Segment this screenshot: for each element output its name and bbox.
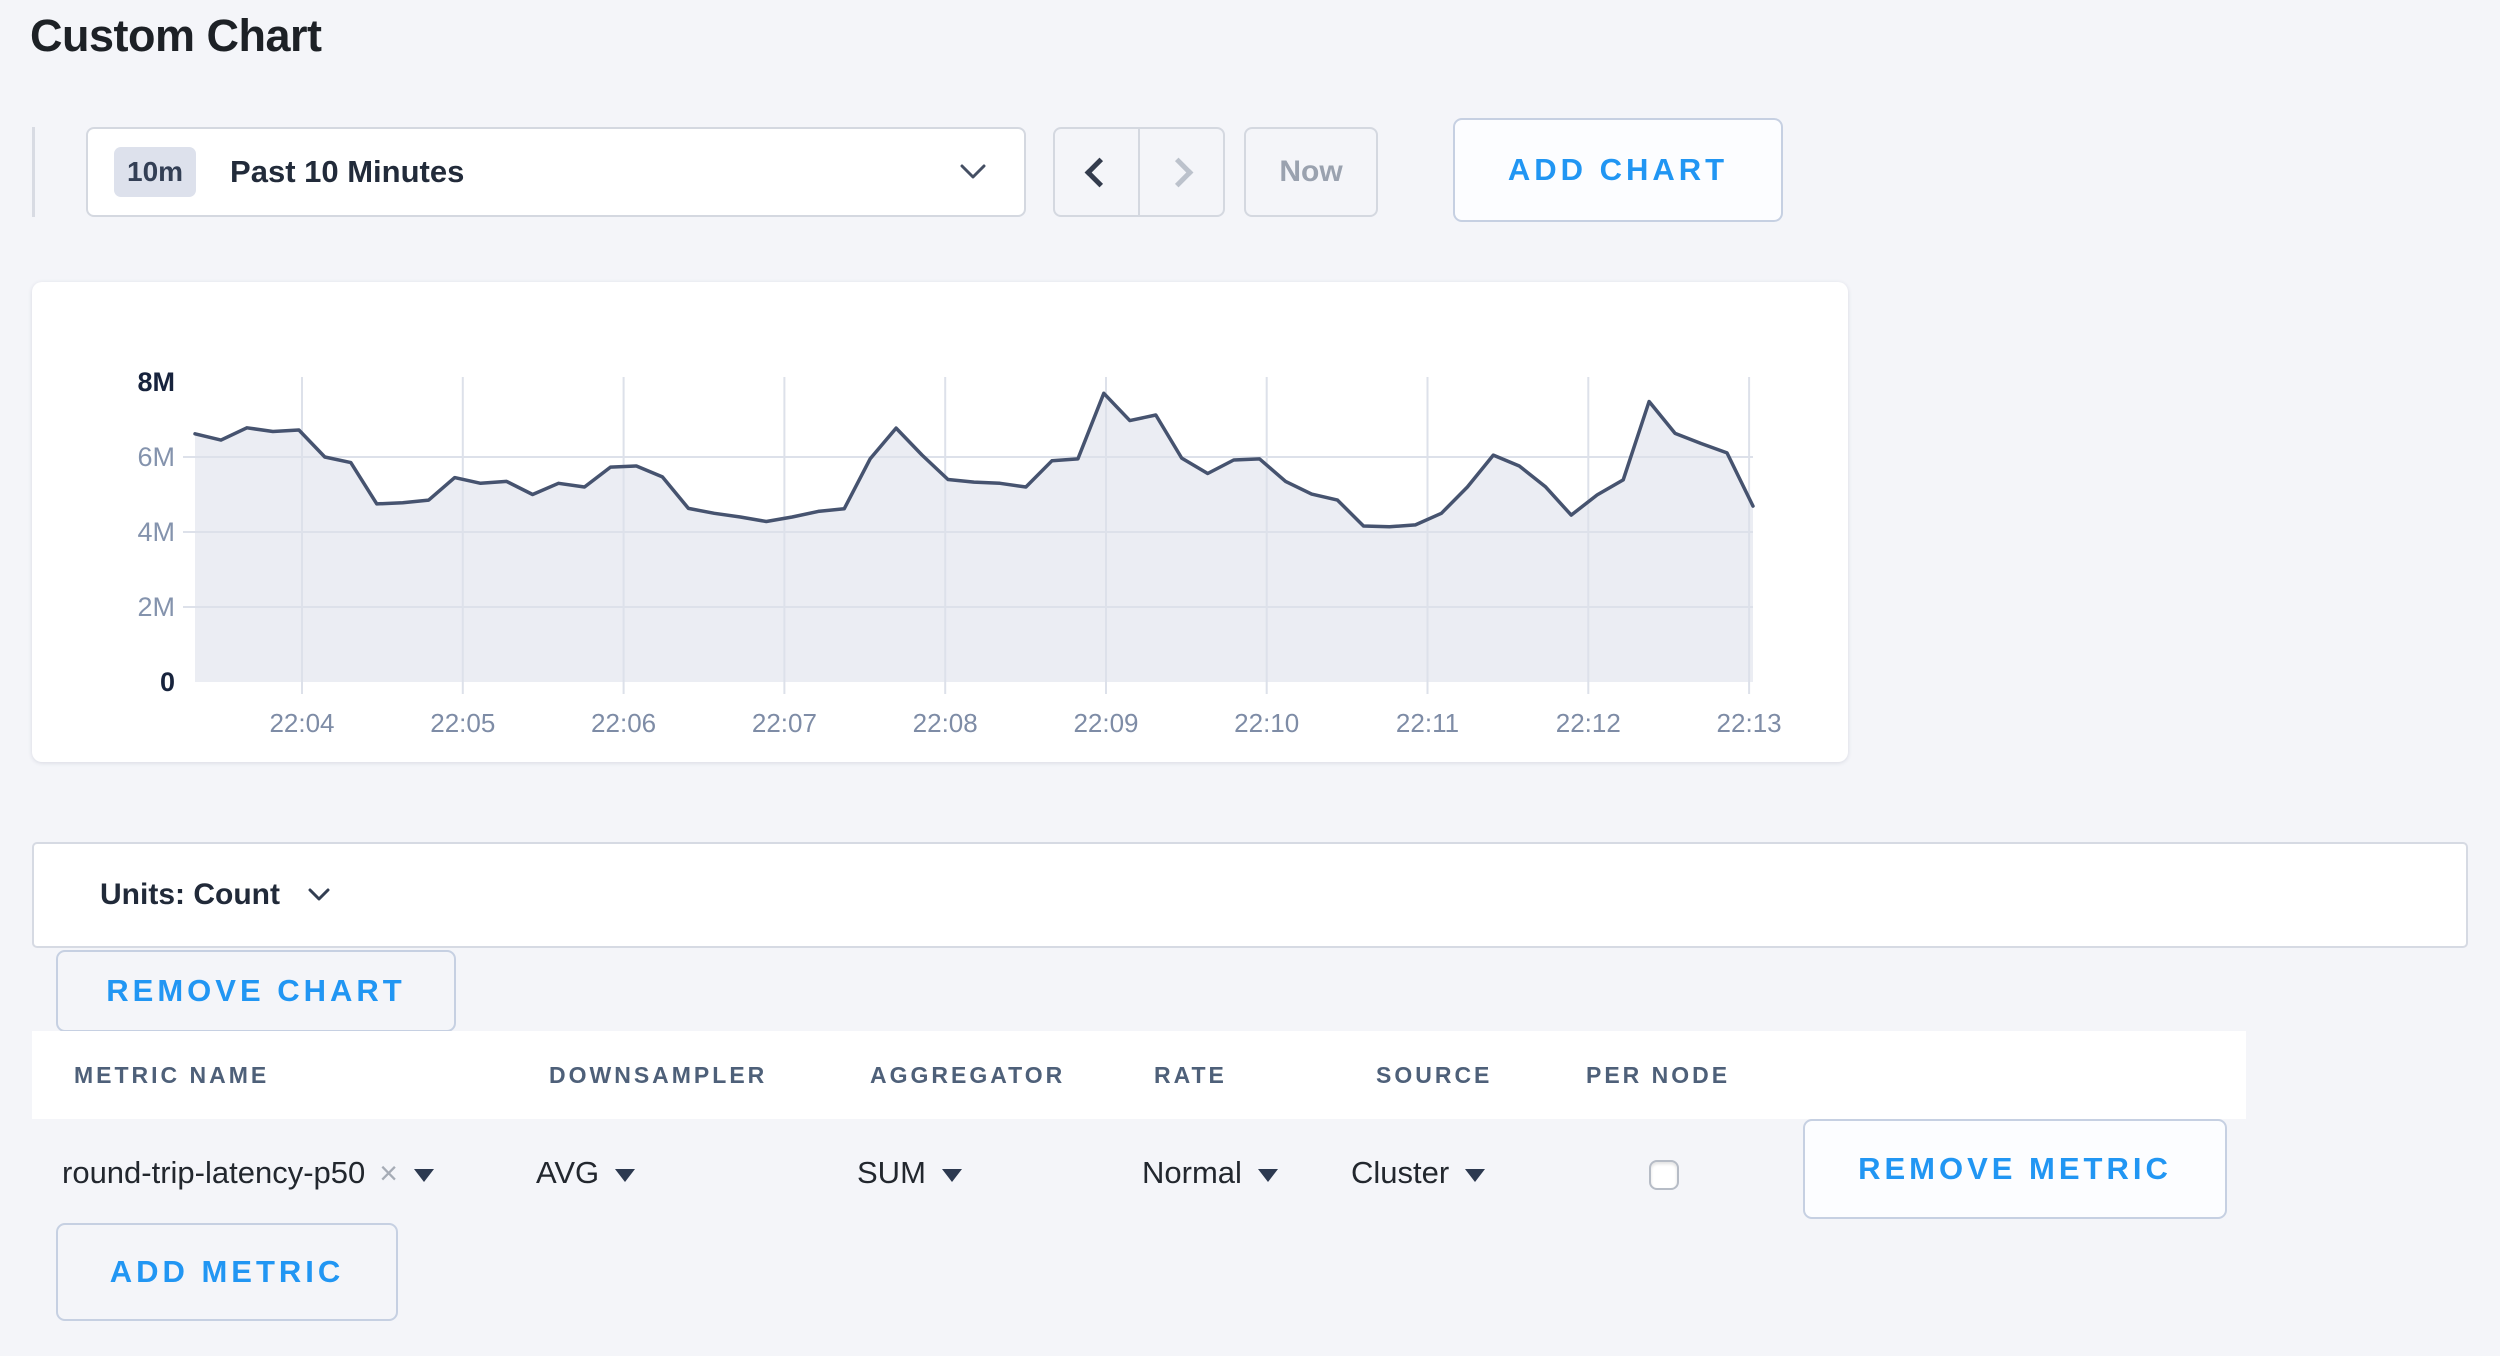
clear-metric-icon[interactable]: × [379,1157,398,1189]
per-node-checkbox[interactable] [1649,1160,1679,1190]
header-source: SOURCE [1376,1031,1492,1119]
svg-text:0: 0 [160,667,175,697]
time-range-label: Past 10 Minutes [230,154,464,190]
svg-text:8M: 8M [137,367,175,397]
remove-metric-button[interactable]: REMOVE METRIC [1803,1119,2227,1219]
svg-text:22:05: 22:05 [430,708,495,738]
downsampler-dropdown[interactable]: AVG [536,1130,635,1216]
page-title: Custom Chart [30,10,322,62]
add-chart-button[interactable]: ADD CHART [1453,118,1783,222]
chevron-right-icon [1164,157,1194,187]
svg-text:6M: 6M [137,442,175,472]
chart-card: 22:04 22:05 22:06 22:07 22:08 22:09 22:10 22:11… [32,282,1848,762]
now-button[interactable]: Now [1244,127,1378,217]
metrics-table-header: METRIC NAME DOWNSAMPLER AGGREGATOR RATE … [32,1031,2246,1119]
time-forward-button[interactable] [1140,129,1223,215]
chevron-left-icon [1085,157,1115,187]
remove-chart-button[interactable]: REMOVE CHART [56,950,456,1032]
header-aggregator: AGGREGATOR [870,1031,1065,1119]
units-label: Units: Count [100,878,280,912]
svg-text:22:06: 22:06 [591,708,656,738]
metric-name-dropdown[interactable]: round-trip-latency-p50 × [62,1130,434,1216]
svg-text:22:11: 22:11 [1396,708,1459,738]
caret-down-icon [1258,1169,1278,1182]
header-per-node: PER NODE [1586,1031,1730,1119]
time-range-badge: 10m [114,147,196,197]
custom-chart-svg[interactable]: 22:04 22:05 22:06 22:07 22:08 22:09 22:10 22:11… [32,282,1848,762]
svg-text:22:04: 22:04 [269,708,334,738]
aggregator-value: SUM [857,1155,926,1191]
units-select[interactable]: Units: Count [32,842,2468,948]
time-pager [1053,127,1225,217]
header-metric-name: METRIC NAME [74,1031,269,1119]
custom-chart-page: Custom Chart 10m Past 10 Minutes Now ADD… [0,0,2500,1356]
svg-text:22:08: 22:08 [913,708,978,738]
time-back-button[interactable] [1055,129,1140,215]
aggregator-dropdown[interactable]: SUM [857,1130,962,1216]
toolbar-divider [32,127,35,217]
source-dropdown[interactable]: Cluster [1351,1130,1485,1216]
svg-text:22:13: 22:13 [1717,708,1782,738]
caret-down-icon [1465,1169,1485,1182]
svg-text:22:12: 22:12 [1556,708,1621,738]
caret-down-icon [942,1169,962,1182]
chevron-down-icon [308,888,330,902]
source-value: Cluster [1351,1155,1449,1191]
caret-down-icon [414,1169,434,1182]
downsampler-value: AVG [536,1155,599,1191]
caret-down-icon [615,1169,635,1182]
metric-name-value: round-trip-latency-p50 [62,1155,365,1191]
table-row: round-trip-latency-p50 × AVG SUM Normal … [32,1130,2468,1216]
svg-text:4M: 4M [137,517,175,547]
svg-text:2M: 2M [137,592,175,622]
svg-text:22:07: 22:07 [752,708,817,738]
header-rate: RATE [1154,1031,1227,1119]
svg-text:22:10: 22:10 [1234,708,1299,738]
svg-text:22:09: 22:09 [1073,708,1138,738]
add-metric-button[interactable]: ADD METRIC [56,1223,398,1321]
header-downsampler: DOWNSAMPLER [549,1031,767,1119]
rate-dropdown[interactable]: Normal [1142,1130,1278,1216]
rate-value: Normal [1142,1155,1242,1191]
chevron-down-icon [960,164,986,180]
time-range-select[interactable]: 10m Past 10 Minutes [86,127,1026,217]
